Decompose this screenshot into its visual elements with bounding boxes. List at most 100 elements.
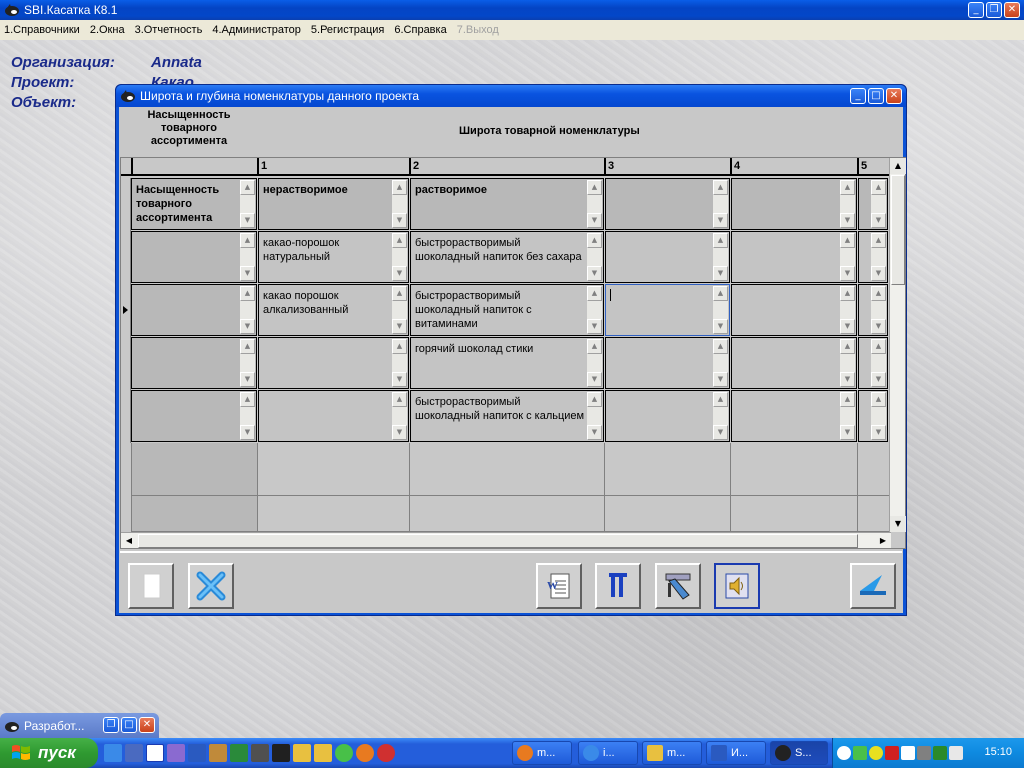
scroll-right-icon[interactable]: ▶: [875, 533, 891, 549]
export-word-button[interactable]: W: [536, 563, 582, 609]
row-marker[interactable]: [121, 337, 131, 390]
empty-row[interactable]: [131, 443, 891, 496]
menu-reports[interactable]: 3.Отчетность: [135, 24, 203, 36]
scroll-down-icon[interactable]: ▼: [890, 516, 906, 532]
grid-cell[interactable]: ▲ ▼: [605, 337, 730, 389]
cell-scrollbar[interactable]: ▲ ▼: [871, 392, 886, 440]
tray-icon-3[interactable]: [885, 746, 899, 760]
grid-cell[interactable]: быстрорастворимый шоколадный напиток с к…: [410, 390, 604, 442]
cell-scrollbar[interactable]: ▲ ▼: [392, 286, 407, 334]
column-header-1[interactable]: 1: [257, 158, 409, 176]
menu-help[interactable]: 6.Справка: [394, 24, 446, 36]
grid-cell[interactable]: какао порошок алкализованный ▲ ▼: [258, 284, 409, 336]
dialog-close-button[interactable]: ✕: [886, 88, 902, 104]
empty-row[interactable]: [131, 496, 891, 532]
grid-cell[interactable]: ▲ ▼: [131, 231, 257, 283]
cell-scrollbar[interactable]: ▲ ▼: [587, 286, 602, 334]
grid-cell[interactable]: Насыщенность товарного ассортимента ▲ ▼: [131, 178, 257, 230]
cell-scrollbar[interactable]: ▲ ▼: [587, 180, 602, 228]
grid-cell[interactable]: ▲ ▼: [858, 390, 888, 442]
grid-cell[interactable]: ▲ ▼: [131, 390, 257, 442]
column-header-3[interactable]: 3: [604, 158, 730, 176]
cell-scrollbar[interactable]: ▲ ▼: [240, 339, 255, 387]
grid-horizontal-scrollbar[interactable]: ◀ ▶: [121, 532, 891, 548]
menu-windows[interactable]: 2.Окна: [90, 24, 125, 36]
tray-icon-7[interactable]: [949, 746, 963, 760]
minimized-window[interactable]: Разработ... ❐ □ ✕: [0, 713, 159, 738]
db-icon[interactable]: [209, 744, 227, 762]
grid-cell[interactable]: ▲ ▼: [858, 284, 888, 336]
tray-icon-6[interactable]: [933, 746, 947, 760]
row-marker[interactable]: [121, 178, 131, 231]
cell-scrollbar[interactable]: ▲ ▼: [240, 233, 255, 281]
grid-cell[interactable]: ▲ ▼: [731, 231, 857, 283]
maximize-button[interactable]: □: [121, 717, 137, 733]
grid-cell[interactable]: ▲ ▼: [858, 178, 888, 230]
tray-icon-4[interactable]: [901, 746, 915, 760]
grid-cell[interactable]: ▲ ▼: [605, 231, 730, 283]
back-button[interactable]: [850, 563, 896, 609]
grid-cell[interactable]: ▲ ▼: [131, 284, 257, 336]
tray-icon-5[interactable]: [917, 746, 931, 760]
minimize-button[interactable]: _: [968, 2, 984, 18]
task-button-3[interactable]: m...: [642, 741, 702, 765]
delete-button[interactable]: [188, 563, 234, 609]
scroll-thumb[interactable]: [891, 175, 905, 285]
film-button[interactable]: [655, 563, 701, 609]
tray-expand-icon[interactable]: [837, 746, 851, 760]
word-icon[interactable]: [188, 744, 206, 762]
cell-scrollbar[interactable]: ▲ ▼: [392, 180, 407, 228]
cell-scrollbar[interactable]: ▲ ▼: [840, 233, 855, 281]
cell-scrollbar[interactable]: ▲ ▼: [840, 180, 855, 228]
cell-scrollbar[interactable]: ▲ ▼: [240, 286, 255, 334]
task-button-5[interactable]: S...: [770, 741, 828, 765]
column-header-4[interactable]: 4: [730, 158, 857, 176]
grid-cell[interactable]: растворимое ▲ ▼: [410, 178, 604, 230]
cell-scrollbar[interactable]: ▲ ▼: [713, 180, 728, 228]
column-header-2[interactable]: 2: [409, 158, 604, 176]
grid-cell[interactable]: ▲ ▼: [258, 390, 409, 442]
sound-button[interactable]: [714, 563, 760, 609]
close-button[interactable]: ✕: [1004, 2, 1020, 18]
start-button[interactable]: пуск: [0, 738, 98, 768]
menu-directories[interactable]: 1.Справочники: [4, 24, 80, 36]
excel-icon[interactable]: [230, 744, 248, 762]
close-button[interactable]: ✕: [139, 717, 155, 733]
folder-icon[interactable]: [293, 744, 311, 762]
tray-icon-1[interactable]: [853, 746, 867, 760]
cell-scrollbar[interactable]: ▲ ▼: [392, 392, 407, 440]
paragraph-button[interactable]: [595, 563, 641, 609]
cell-scrollbar[interactable]: ▲ ▼: [713, 339, 728, 387]
cell-scrollbar[interactable]: ▲ ▼: [713, 392, 728, 440]
restore-button[interactable]: ❐: [103, 717, 119, 733]
dialog-maximize-button[interactable]: □: [868, 88, 884, 104]
task-button-2[interactable]: i...: [578, 741, 638, 765]
folder-icon-2[interactable]: [314, 744, 332, 762]
grid-cell[interactable]: ▲ ▼: [731, 337, 857, 389]
info-icon[interactable]: [146, 744, 164, 762]
grid-cell[interactable]: какао-порошок натуральный ▲ ▼: [258, 231, 409, 283]
spider-icon[interactable]: [167, 744, 185, 762]
cell-scrollbar[interactable]: ▲ ▼: [871, 339, 886, 387]
calc-icon[interactable]: [251, 744, 269, 762]
scroll-thumb[interactable]: [138, 534, 858, 548]
menu-registration[interactable]: 5.Регистрация: [311, 24, 384, 36]
user-icon[interactable]: [125, 744, 143, 762]
cell-scrollbar[interactable]: ▲ ▼: [871, 180, 886, 228]
clock[interactable]: 15:10: [984, 746, 1012, 758]
maximize-button[interactable]: ❐: [986, 2, 1002, 18]
grid-cell[interactable]: ▲ ▼: [605, 390, 730, 442]
task-button-1[interactable]: m...: [512, 741, 572, 765]
cell-scrollbar[interactable]: ▲ ▼: [840, 286, 855, 334]
current-row-marker[interactable]: [121, 284, 131, 337]
cell-scrollbar[interactable]: ▲ ▼: [240, 392, 255, 440]
grid-cell[interactable]: ▲ ▼: [858, 231, 888, 283]
grid-cell[interactable]: быстрорастворимый шоколадный напиток с в…: [410, 284, 604, 336]
opera-icon[interactable]: [377, 744, 395, 762]
dialog-minimize-button[interactable]: _: [850, 88, 866, 104]
scroll-up-icon[interactable]: ▲: [890, 158, 906, 174]
ie-icon[interactable]: [104, 744, 122, 762]
scroll-left-icon[interactable]: ◀: [121, 533, 137, 549]
grid-cell[interactable]: быстрорастворимый шоколадный напиток без…: [410, 231, 604, 283]
grid-cell[interactable]: ▲ ▼: [731, 390, 857, 442]
